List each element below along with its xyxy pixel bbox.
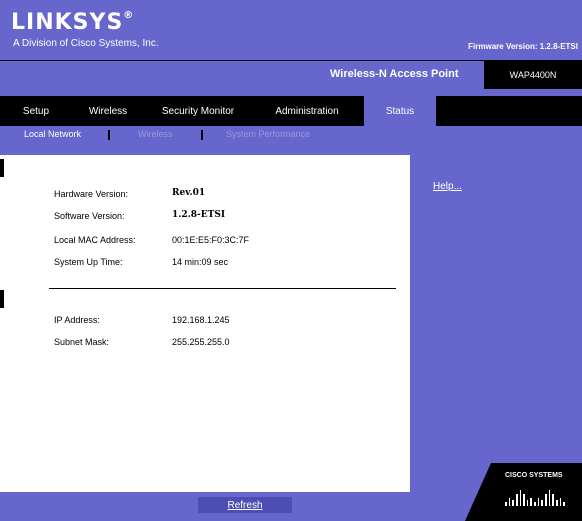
subnet-mask-label: Subnet Mask: (54, 337, 110, 347)
ip-address-value: 192.168.1.245 (172, 315, 230, 325)
subnet-mask-value: 255.255.255.0 (172, 337, 230, 347)
tab-setup[interactable]: Setup (0, 96, 72, 126)
section-divider (49, 288, 396, 289)
mac-address-label: Local MAC Address: (54, 235, 136, 245)
tab-status[interactable]: Status (364, 96, 436, 126)
main-tabs: Setup Wireless Security Monitor Administ… (0, 96, 582, 126)
software-version-label: Software Version: (54, 211, 125, 221)
uptime-label: System Up Time: (54, 257, 123, 267)
uptime-value: 14 min:09 sec (172, 257, 229, 267)
software-version-value: 1.2.8-ETSI (172, 210, 226, 220)
firmware-version: Firmware Version: 1.2.8-ETSI (468, 42, 578, 51)
mac-address-value: 00:1E:E5:F0:3C:7F (172, 235, 250, 245)
hardware-version-value: Rev.01 (172, 188, 206, 198)
tab-wireless[interactable]: Wireless (72, 96, 144, 126)
cisco-bars-icon (505, 484, 565, 506)
help-link[interactable]: Help... (433, 181, 462, 192)
hardware-version-label: Hardware Version: (54, 189, 129, 199)
cisco-corner (465, 463, 491, 521)
ip-address-label: IP Address: (54, 315, 100, 325)
linksys-logo: LINKSYS® (11, 10, 135, 35)
subtab-local-network[interactable]: Local Network (24, 129, 81, 139)
model-label: WAP4400N (484, 60, 582, 89)
subtab-divider (108, 130, 110, 140)
product-name: Wireless-N Access Point (330, 68, 459, 80)
logo-tagline: A Division of Cisco Systems, Inc. (13, 38, 159, 49)
header: LINKSYS® A Division of Cisco Systems, In… (0, 0, 582, 60)
refresh-button[interactable]: Refresh (198, 497, 292, 513)
subtab-wireless[interactable]: Wireless (138, 129, 173, 139)
help-sidebar (410, 155, 582, 492)
tab-administration[interactable]: Administration (252, 96, 362, 126)
tab-security-monitor[interactable]: Security Monitor (144, 96, 252, 126)
cisco-logo-text: CISCO SYSTEMS (505, 472, 563, 479)
subtab-system-performance[interactable]: System Performance (226, 129, 310, 139)
subtab-divider (201, 130, 203, 140)
